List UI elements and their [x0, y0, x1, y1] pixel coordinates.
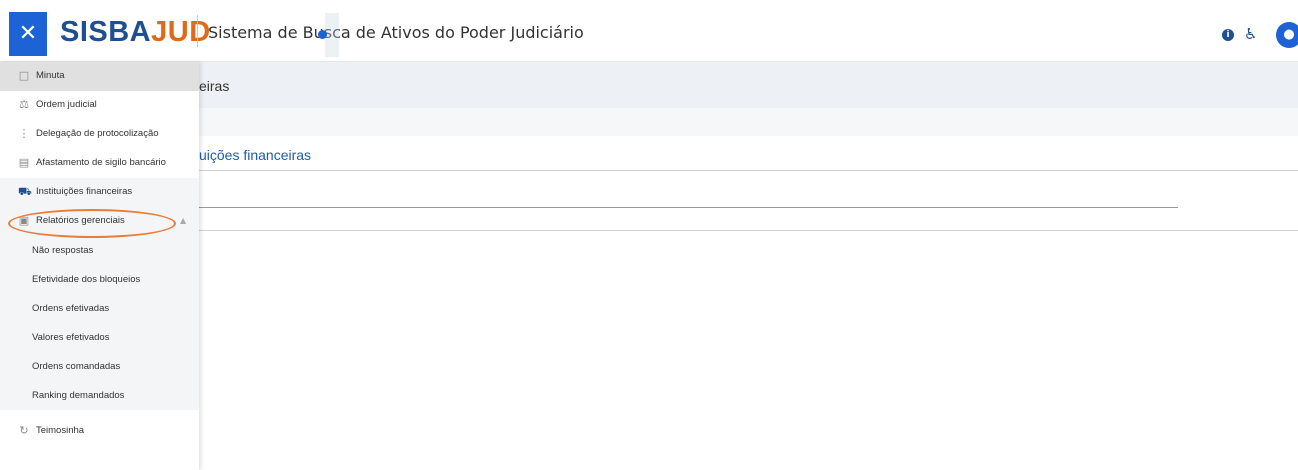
sidebar-subitem-efetividade[interactable]: Efetividade dos bloqueios: [0, 265, 199, 294]
app-subtitle: Sistema de Busca de Ativos do Poder Judi…: [208, 23, 584, 42]
sidebar-item-minuta[interactable]: □ Minuta: [0, 62, 199, 91]
sidebar-item-label: Teimosinha: [36, 425, 85, 436]
sidebar-item-label: Delegação de protocolização: [36, 128, 159, 139]
section-title: uições financeiras: [199, 147, 312, 163]
highlight-annotation: [8, 209, 176, 238]
sidebar-item-instituicoes[interactable]: ⛟ Instituições financeiras: [0, 178, 199, 207]
user-icon: ●: [1283, 27, 1295, 42]
accessibility-icon[interactable]: ♿: [1244, 25, 1257, 43]
sidebar-subitem-valores-efetivados[interactable]: Valores efetivados: [0, 323, 199, 352]
sidebar-subitem-label: Ordens efetivadas: [32, 303, 110, 314]
sidebar-item-label: Instituições financeiras: [36, 186, 133, 197]
sidebar-item-label: Afastamento de sigilo bancário: [36, 157, 166, 168]
close-icon: ✕: [18, 21, 38, 46]
sidebar-item-afastamento[interactable]: ▤ Afastamento de sigilo bancário: [0, 149, 199, 178]
input-underline[interactable]: [199, 207, 1178, 208]
sidebar-subitem-ranking[interactable]: Ranking demandados: [0, 381, 199, 410]
sidebar-item-label: Minuta: [36, 70, 65, 81]
delegation-icon: ⋮: [18, 127, 30, 140]
logo-text-sisba: SISBA: [60, 16, 152, 48]
sidebar-subitem-label: Efetividade dos bloqueios: [32, 274, 141, 285]
sidebar-menu: □ Minuta ⚖ Ordem judicial ⋮ Delegação de…: [0, 62, 199, 470]
logo-divider: [197, 15, 198, 47]
divider-line: [199, 230, 1298, 231]
sidebar-item-ordem-judicial[interactable]: ⚖ Ordem judicial: [0, 91, 199, 120]
sidebar-subitem-label: Ordens comandadas: [32, 361, 121, 372]
sidebar-item-delegacao[interactable]: ⋮ Delegação de protocolização: [0, 120, 199, 149]
sidebar-subitem-ordens-comandadas[interactable]: Ordens comandadas: [0, 352, 199, 381]
sidebar-subitem-label: Ranking demandados: [32, 390, 125, 401]
user-avatar[interactable]: ●: [1276, 22, 1298, 48]
vault-icon: ▤: [18, 156, 30, 169]
divider-line: [199, 170, 1298, 171]
close-menu-button[interactable]: ✕: [9, 12, 47, 56]
sidebar-item-teimosinha[interactable]: ↻ Teimosinha: [0, 417, 199, 446]
cursor-highlight: [325, 13, 339, 57]
refresh-icon: ↻: [19, 424, 29, 437]
app-logo[interactable]: SISBAJUD: [60, 14, 211, 50]
bank-icon: ⛟: [18, 185, 32, 198]
document-icon: □: [18, 69, 30, 82]
sidebar-item-label: Ordem judicial: [36, 99, 97, 110]
scales-icon: ⚖: [19, 98, 29, 111]
chevron-up-icon: ▲: [180, 216, 187, 225]
sidebar-subitem-label: Valores efetivados: [32, 332, 110, 343]
sidebar-subitem-ordens-efetivadas[interactable]: Ordens efetivadas: [0, 294, 199, 323]
top-header: ✕ SISBAJUD Sistema de Busca de Ativos do…: [0, 0, 1298, 62]
info-icon[interactable]: i: [1222, 29, 1234, 41]
sidebar-subitem-label: Não respostas: [32, 245, 94, 256]
logo-text-jud: JUD: [151, 16, 211, 48]
sidebar-subitem-nao-respostas[interactable]: Não respostas: [0, 236, 199, 265]
breadcrumb: eiras: [199, 78, 230, 94]
cursor-icon: [318, 30, 327, 39]
